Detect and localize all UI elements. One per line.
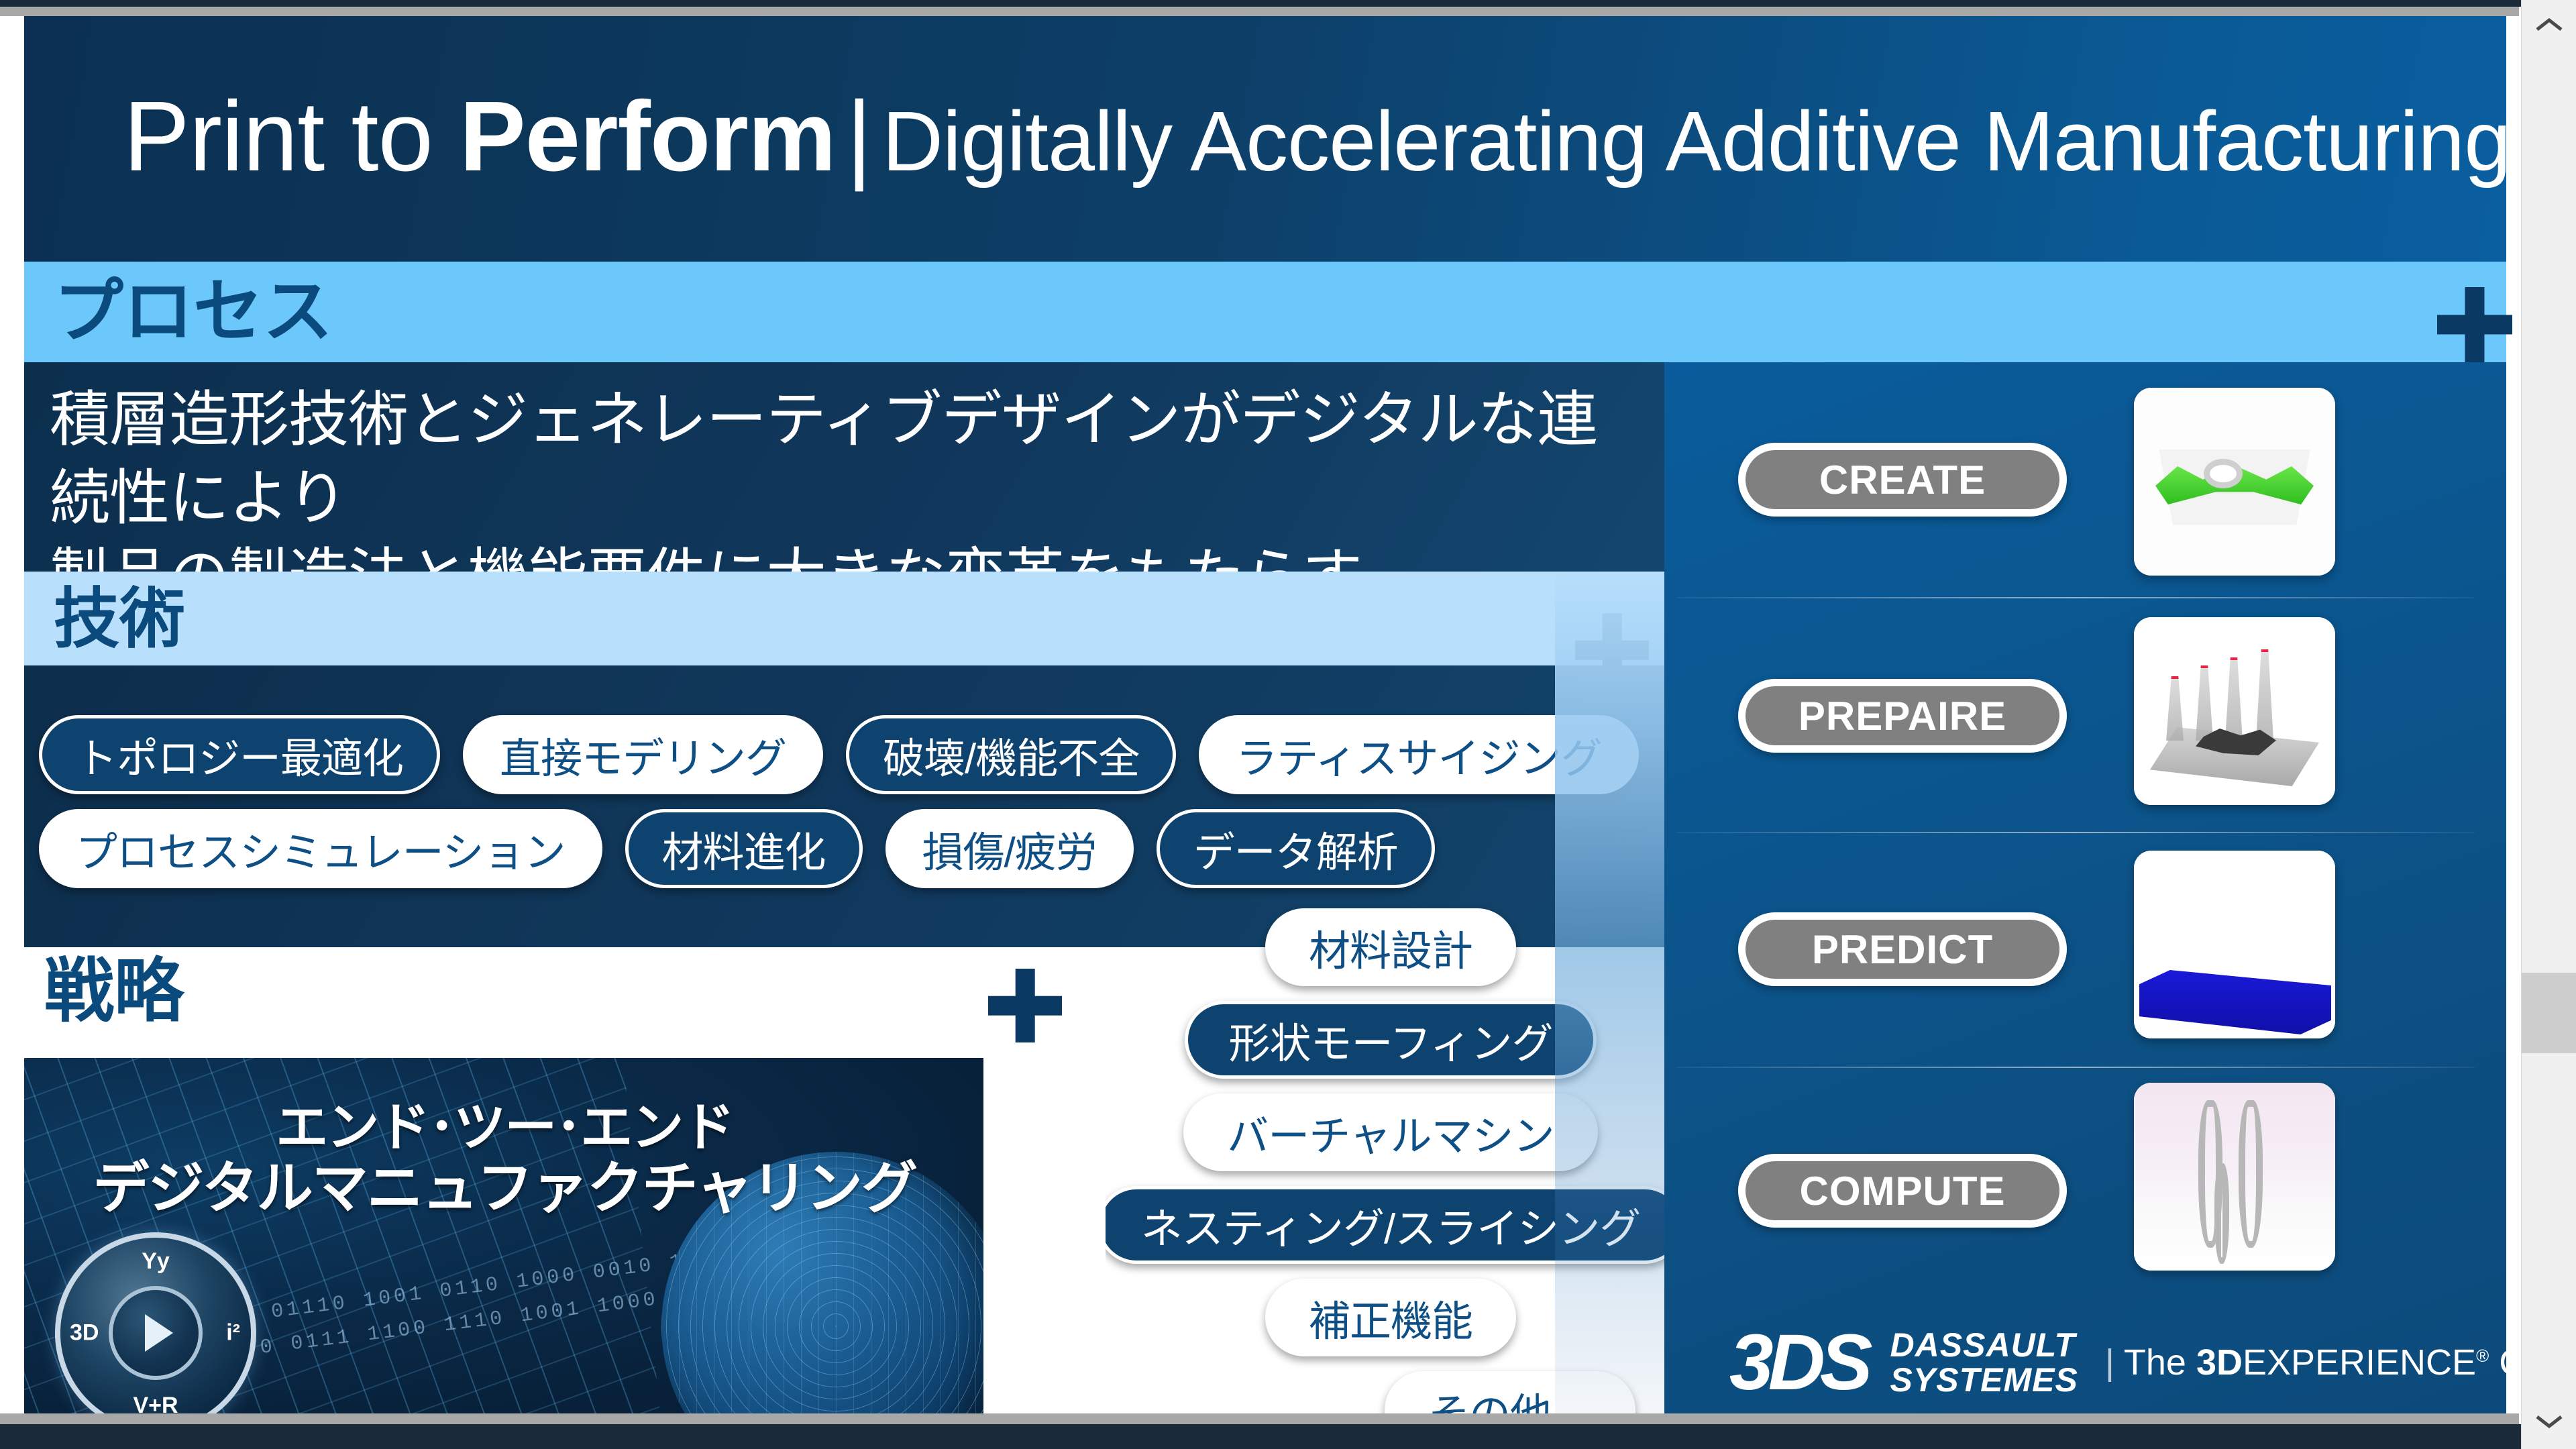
app-root: Print to Perform | Digitally Accelerating … [0, 0, 2576, 1449]
technology-pill-row-2: プロセスシミュレーション 材料進化 損傷/疲労 データ解析 [39, 809, 1435, 888]
video-title: エンド･ツー･エンド デジタルマニュファクチャリング [93, 1097, 918, 1220]
window-left-margin [0, 16, 12, 1413]
stage-thumbnail-prepaire [2134, 617, 2335, 805]
logo-wordmark-line2: SYSTEMES [1890, 1361, 2078, 1399]
technology-pill[interactable]: ネスティング/スライシング [1097, 1186, 1684, 1264]
stage-badge[interactable]: COMPUTE [1738, 1154, 2067, 1228]
slide-canvas: Print to Perform | Digitally Accelerating … [12, 16, 2519, 1413]
title-divider: | [846, 81, 872, 192]
logo-tagline: |The 3DEXPERIENCE® Company [2096, 1342, 2519, 1383]
compass-label-right: i² [226, 1320, 240, 1346]
tagline-bold: 3D [2196, 1342, 2243, 1383]
technology-pill[interactable]: 補正機能 [1265, 1279, 1516, 1356]
window-bottom-chrome [0, 1413, 2519, 1424]
video-title-line2: デジタルマニュファクチャリング [93, 1157, 918, 1220]
technology-pill[interactable]: その他… [1384, 1371, 1635, 1413]
stage-badge[interactable]: PREPAIRE [1738, 679, 2067, 753]
stage-badge[interactable]: CREATE [1738, 443, 2067, 517]
tagline-sup: ® [2476, 1346, 2489, 1366]
technology-pill[interactable]: 材料進化 [625, 809, 863, 888]
pipeline-stage-predict[interactable]: PREDICT [1664, 832, 2506, 1067]
technology-pill[interactable]: データ解析 [1156, 809, 1435, 888]
technology-pill-stack: 材料設計 形状モーフィング バーチャルマシン ネスティング/スライシング 補正機… [1097, 908, 1684, 1413]
technology-pill-row-1: トポロジー最適化 直接モデリング 破壊/機能不全 ラティスサイジング [39, 715, 1639, 794]
scroll-up-arrow-icon[interactable] [2522, 0, 2576, 54]
vertical-scrollbar[interactable] [2521, 0, 2576, 1449]
technology-pill[interactable]: プロセスシミュレーション [39, 809, 602, 888]
stage-thumbnail-create [2134, 388, 2335, 576]
strategy-video-thumbnail[interactable]: 11 01110 1001 0110 1000 0010 1010 1001 0… [24, 1058, 983, 1413]
stage-badge[interactable]: PREDICT [1738, 912, 2067, 986]
process-body: 積層造形技術とジェネレーティブデザインがデジタルな連続性により 製品の製造法と機… [24, 362, 1664, 610]
pipeline-column: CREATE PREPAIRE PREDICT COMPUTE [1664, 362, 2506, 1413]
compass-label-top: Yy [142, 1248, 170, 1274]
technology-pill[interactable]: 損傷/疲労 [885, 809, 1134, 888]
title-part-two: Perform [459, 81, 837, 192]
window-top-border [0, 0, 2576, 7]
pipeline-stage-create[interactable]: CREATE [1664, 362, 2506, 597]
logo-wordmark-line1: DASSAULT [1890, 1326, 2076, 1364]
compass-label-bottom: V+R [133, 1393, 178, 1413]
plus-icon-process[interactable] [2437, 287, 2512, 362]
technology-label: 技術 [54, 582, 186, 655]
title-part-one: Print to [123, 81, 460, 192]
scrollbar-thumb[interactable] [2522, 973, 2576, 1053]
plus-icon-strategy[interactable] [988, 969, 1062, 1042]
technology-pill[interactable]: ラティスサイジング [1199, 715, 1639, 794]
technology-pill[interactable]: 形状モーフィング [1185, 1001, 1597, 1079]
technology-pill[interactable]: トポロジー最適化 [39, 715, 441, 794]
stage-thumbnail-predict [2134, 851, 2335, 1038]
technology-pill[interactable]: 直接モデリング [463, 715, 824, 794]
section-header-technology[interactable]: 技術 [24, 572, 1664, 665]
section-header-process[interactable]: プロセス [24, 262, 2506, 362]
page-title: Print to Perform | Digitally Accelerating … [123, 87, 2511, 189]
tagline-mid: EXPERIENCE [2242, 1342, 2477, 1383]
window-bottom-border [0, 1424, 2576, 1449]
strategy-label: 戦略 [44, 953, 184, 1030]
stage-thumbnail-compute [2134, 1083, 2335, 1271]
pipeline-stage-prepaire[interactable]: PREPAIRE [1664, 597, 2506, 832]
technology-pill[interactable]: 材料設計 [1265, 908, 1516, 986]
title-subtitle: Digitally Accelerating Additive Manufact… [881, 94, 2511, 189]
video-title-line1: エンド･ツー･エンド [276, 1097, 735, 1157]
window-top-chrome [0, 7, 2519, 16]
tagline-pre: The [2123, 1342, 2196, 1383]
process-label: プロセス [54, 273, 333, 351]
tagline-post: Company [2499, 1342, 2519, 1383]
technology-body [24, 665, 1664, 947]
title-banner: Print to Perform | Digitally Accelerating … [24, 16, 2511, 262]
process-description-line1: 積層造形技術とジェネレーティブデザインがデジタルな連続性により [50, 386, 1598, 532]
technology-pill[interactable]: バーチャルマシン [1183, 1093, 1598, 1171]
3ds-logo-mark: 3DS [1729, 1318, 1873, 1407]
scroll-down-arrow-icon[interactable] [2522, 1395, 2576, 1449]
technology-pill[interactable]: 破壊/機能不全 [846, 715, 1177, 794]
logo-wordmark: DASSAULT SYSTEMES [1890, 1328, 2078, 1397]
dassault-systemes-logo: 3DS DASSAULT SYSTEMES | The 3DEXPERIENCE®… [1729, 1318, 2519, 1407]
pipeline-stage-compute[interactable]: COMPUTE [1664, 1067, 2506, 1301]
play-icon[interactable] [109, 1286, 203, 1380]
compass-label-left: 3D [70, 1320, 99, 1346]
